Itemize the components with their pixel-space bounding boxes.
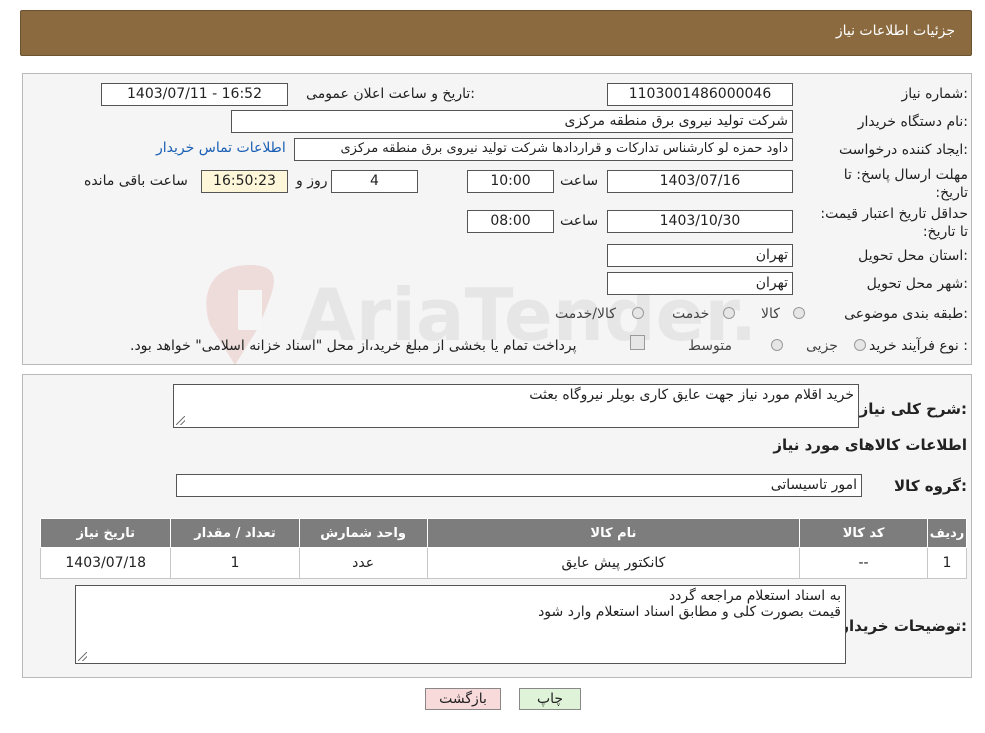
col-row: ردیف [926,518,968,548]
buyer-notes-textarea: به اسناد استعلام مراجعه گردد قیمت بصورت … [75,585,846,664]
col-name: نام کالا [426,518,801,548]
remaining-label: ساعت باقی مانده [84,173,188,189]
resize-handle-icon[interactable] [78,652,87,661]
validity-date-field: 1403/10/30 [607,210,793,233]
days-remaining-field: 4 [331,170,418,193]
category-radio-service[interactable] [723,307,735,319]
cell-date: 1403/07/18 [39,547,172,579]
description-label: شرح کلی نیاز: [859,400,967,418]
page-title: جزئیات اطلاعات نیاز [835,23,955,39]
category-radio-goods-service[interactable] [632,307,644,319]
reply-deadline-label: مهلت ارسال پاسخ: تا تاریخ: [843,167,968,201]
validity-time-field: 08:00 [467,210,554,233]
description-text: خرید اقلام مورد نیاز جهت عایق کاری بویلر… [529,387,854,403]
need-number-label: شماره نیاز: [901,86,968,102]
table-row: 1403/07/18 1 عدد کانکتور پیش عایق -- 1 [39,547,968,579]
items-table: تاریخ نیاز تعداد / مقدار واحد شمارش نام … [39,518,968,579]
page-header: جزئیات اطلاعات نیاز [20,10,972,56]
cell-unit: عدد [298,547,428,579]
cell-code: -- [799,547,928,579]
announce-datetime-field: 1403/07/11 - 16:52 [101,83,288,106]
reply-date-field: 1403/07/16 [607,170,793,193]
col-quantity: تعداد / مقدار [170,518,300,548]
col-code: کد کالا [799,518,928,548]
cell-row: 1 [926,547,968,579]
need-number-field: 1103001486000046 [607,83,793,106]
process-option-medium: متوسط [688,338,732,354]
col-unit: واحد شمارش [298,518,428,548]
resize-handle-icon[interactable] [176,416,185,425]
province-label: استان محل تحویل: [858,248,968,264]
buyer-notes-label: توضیحات خریدار: [840,617,967,635]
cell-name: کانکتور پیش عایق [426,547,801,579]
print-button[interactable]: چاپ [519,688,581,710]
back-button[interactable]: بازگشت [425,688,501,710]
group-field: امور تاسیساتی [176,474,862,497]
category-option-goods-service: کالا/خدمت [555,306,616,322]
buyer-org-field: شرکت تولید نیروی برق منطقه مرکزی [231,110,793,133]
reply-time-label: ساعت [560,173,599,189]
category-option-goods: کالا [761,306,780,322]
buyer-org-label: نام دستگاه خریدار: [857,114,968,130]
city-label: شهر محل تحویل: [866,276,968,292]
requester-field: داود حمزه لو کارشناس تدارکات و قراردادها… [294,138,793,161]
process-note: پرداخت تمام یا بخشی از مبلغ خرید،از محل … [130,338,577,354]
announce-label: تاریخ و ساعت اعلان عمومی: [306,86,475,102]
validity-time-label: ساعت [560,213,599,229]
buyer-contact-link[interactable]: اطلاعات تماس خریدار [156,140,286,156]
category-label: طبقه بندی موضوعی: [844,306,968,322]
process-radio-minor[interactable] [854,339,866,351]
category-radio-goods[interactable] [793,307,805,319]
process-option-minor: جزیی [806,338,838,354]
group-label: گروه کالا: [894,477,967,495]
description-textarea: خرید اقلام مورد نیاز جهت عایق کاری بویلر… [173,384,859,428]
validity-label: حداقل تاریخ اعتبار قیمت: تا تاریخ: [820,206,968,240]
reply-time-field: 10:00 [467,170,554,193]
province-field: تهران [607,244,793,267]
requester-label: ایجاد کننده درخواست: [839,142,968,158]
col-date: تاریخ نیاز [39,518,172,548]
days-label: روز و [296,173,328,189]
items-section-title: اطلاعات کالاهای مورد نیاز [773,436,967,454]
category-option-service: خدمت [672,306,710,322]
cell-quantity: 1 [170,547,300,579]
city-field: تهران [607,272,793,295]
remaining-time-field: 16:50:23 [201,170,288,193]
process-radio-medium[interactable] [771,339,783,351]
buyer-notes-line-1: به اسناد استعلام مراجعه گردد [668,588,841,604]
process-checkbox[interactable] [630,335,645,350]
buyer-notes-line-2: قیمت بصورت کلی و مطابق اسناد استعلام وار… [538,604,841,620]
process-label: نوع فرآیند خرید : [869,338,968,354]
